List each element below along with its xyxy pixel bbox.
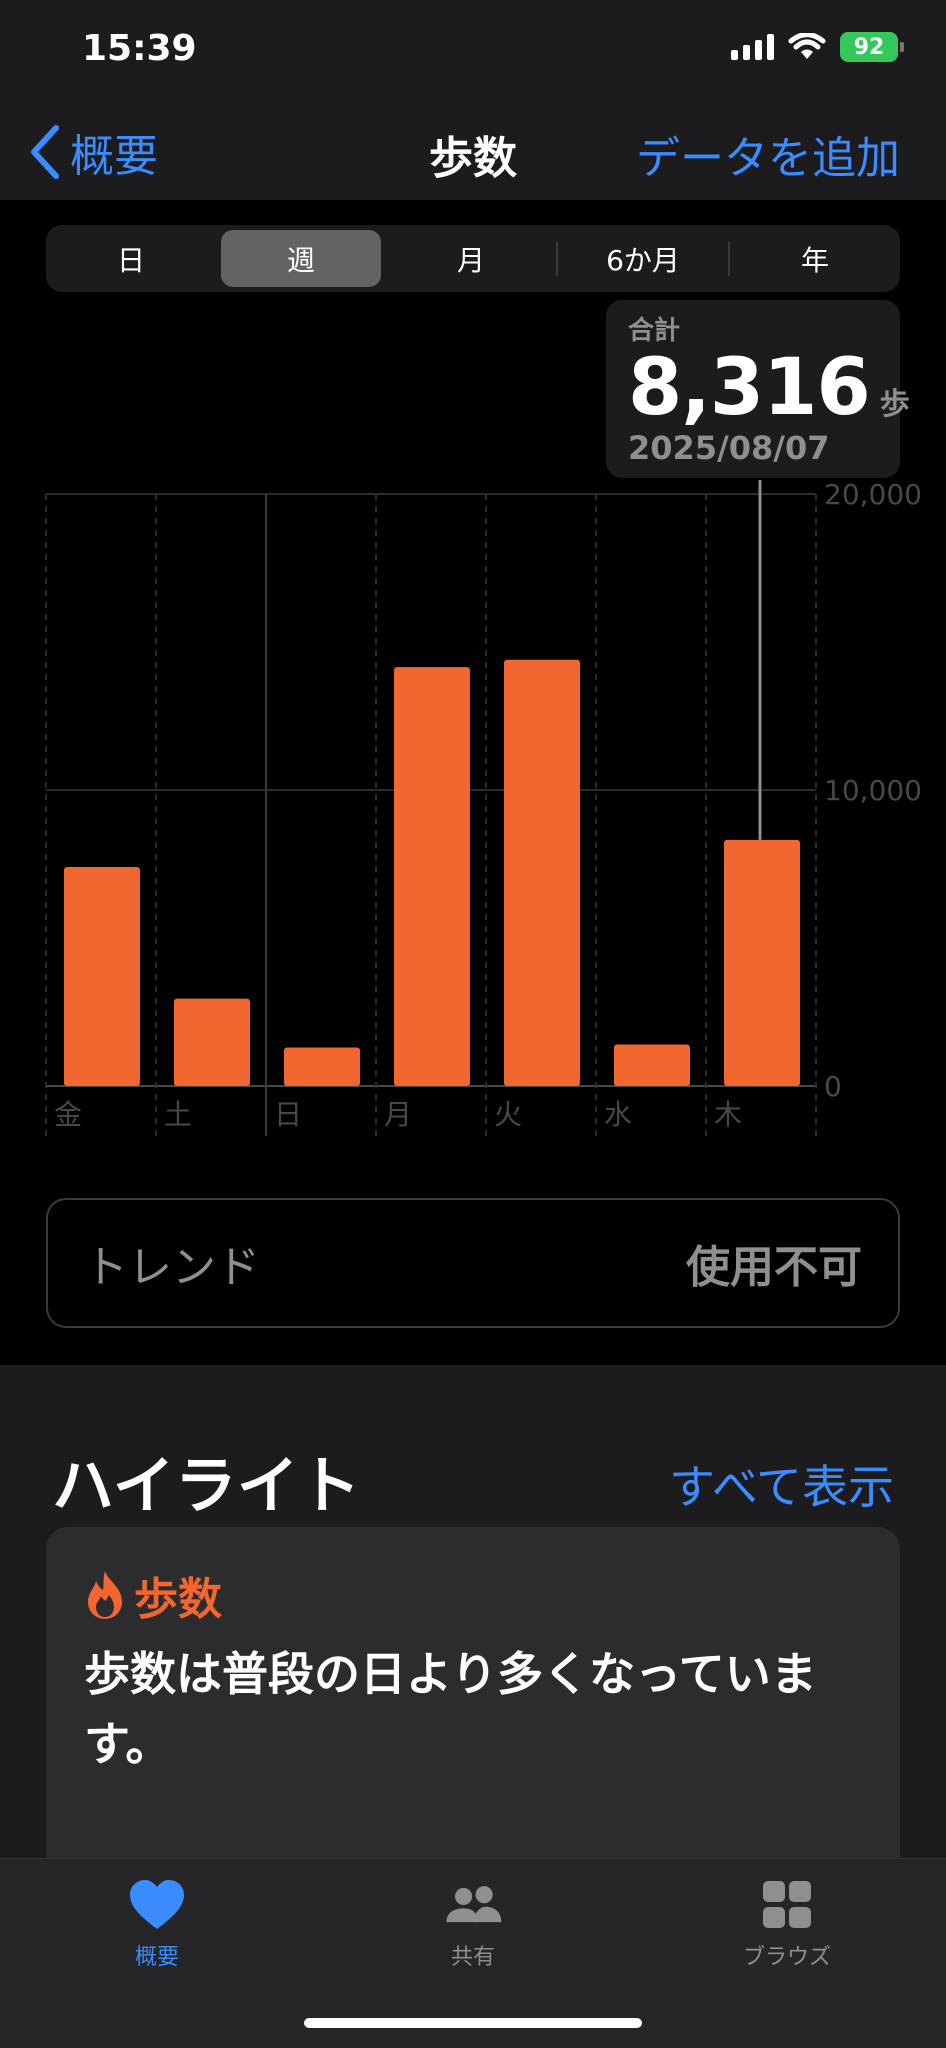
- x-tick-label: 木: [714, 1098, 742, 1131]
- tab-sharing-label: 共有: [450, 1945, 495, 1970]
- x-tick-label: 火: [494, 1098, 522, 1131]
- highlight-category: 歩数: [84, 1563, 222, 1627]
- segment-divider: [556, 241, 558, 276]
- status-time: 15:39: [82, 28, 197, 69]
- bar-火[interactable]: [504, 659, 580, 1086]
- x-tick-label: 土: [164, 1098, 192, 1131]
- y-tick-label: 0: [824, 1070, 842, 1103]
- tab-sharing[interactable]: 共有: [373, 1877, 573, 1971]
- segment-year[interactable]: 年: [735, 230, 895, 287]
- selection-tooltip: 合計 8,316 歩 2025/08/07: [606, 300, 910, 478]
- flame-icon: [88, 1571, 122, 1619]
- segment-divider: [728, 241, 730, 276]
- trend-label: トレンド: [84, 1242, 260, 1293]
- steps-chart[interactable]: 0 10,000 20,000 金 土 日 月 火 水 木: [0, 480, 946, 1140]
- cellular-signal-icon: [731, 34, 774, 60]
- grid-icon: [763, 1881, 811, 1928]
- highlight-text: 歩数は普段の日より多くなっています。: [84, 1647, 817, 1771]
- segment-six-months[interactable]: 6か月: [563, 230, 723, 287]
- people-icon: [446, 1886, 502, 1923]
- x-tick-label: 水: [604, 1098, 632, 1131]
- segment-week[interactable]: 週: [221, 230, 381, 287]
- tooltip-unit: 歩: [879, 387, 910, 422]
- x-tick-label: 金: [54, 1098, 82, 1131]
- tooltip-label: 合計: [628, 316, 681, 346]
- bar-木[interactable]: [724, 839, 800, 1086]
- segment-month[interactable]: 月: [391, 230, 551, 287]
- highlights-title: ハイライト: [52, 1449, 361, 1522]
- highlight-category-label: 歩数: [134, 1574, 222, 1625]
- tooltip-value-row: 8,316 歩: [628, 343, 910, 433]
- battery-level: 92: [853, 34, 885, 60]
- wifi-icon: [788, 33, 826, 59]
- trend-value: 使用不可: [686, 1242, 862, 1293]
- tab-summary-label: 概要: [134, 1945, 179, 1970]
- tab-browse[interactable]: ブラウズ: [687, 1877, 887, 1971]
- y-tick-label: 20,000: [824, 480, 922, 511]
- show-all-button[interactable]: すべて表示: [669, 1451, 894, 1517]
- y-tick-label: 10,000: [824, 774, 922, 807]
- add-data-button[interactable]: データを追加: [636, 122, 900, 186]
- heart-icon: [130, 1880, 184, 1929]
- x-tick-label: 日: [274, 1098, 302, 1131]
- bar-土[interactable]: [174, 998, 250, 1086]
- tab-browse-label: ブラウズ: [742, 1945, 831, 1970]
- tooltip-date: 2025/08/07: [628, 429, 830, 467]
- nav-bar: 概要 歩数 データを追加: [0, 100, 946, 200]
- bar-月[interactable]: [394, 667, 470, 1086]
- home-indicator: [304, 2018, 642, 2028]
- status-icons: 92: [731, 32, 904, 62]
- trend-card[interactable]: トレンド 使用不可: [46, 1198, 900, 1328]
- x-tick-label: 月: [384, 1098, 412, 1131]
- bar-金[interactable]: [64, 866, 140, 1086]
- tooltip-value: 8,316: [628, 343, 871, 433]
- bar-水[interactable]: [614, 1044, 690, 1086]
- battery-icon: 92: [840, 32, 904, 62]
- bar-日[interactable]: [284, 1047, 360, 1086]
- tab-summary[interactable]: 概要: [57, 1877, 257, 1971]
- period-segmented-control: 日 週 月 6か月 年: [46, 225, 900, 292]
- steps-bar-chart[interactable]: 0 10,000 20,000 金 土 日 月 火 水 木: [0, 480, 946, 1140]
- segment-day[interactable]: 日: [51, 230, 211, 287]
- status-bar: 15:39 92: [0, 0, 946, 100]
